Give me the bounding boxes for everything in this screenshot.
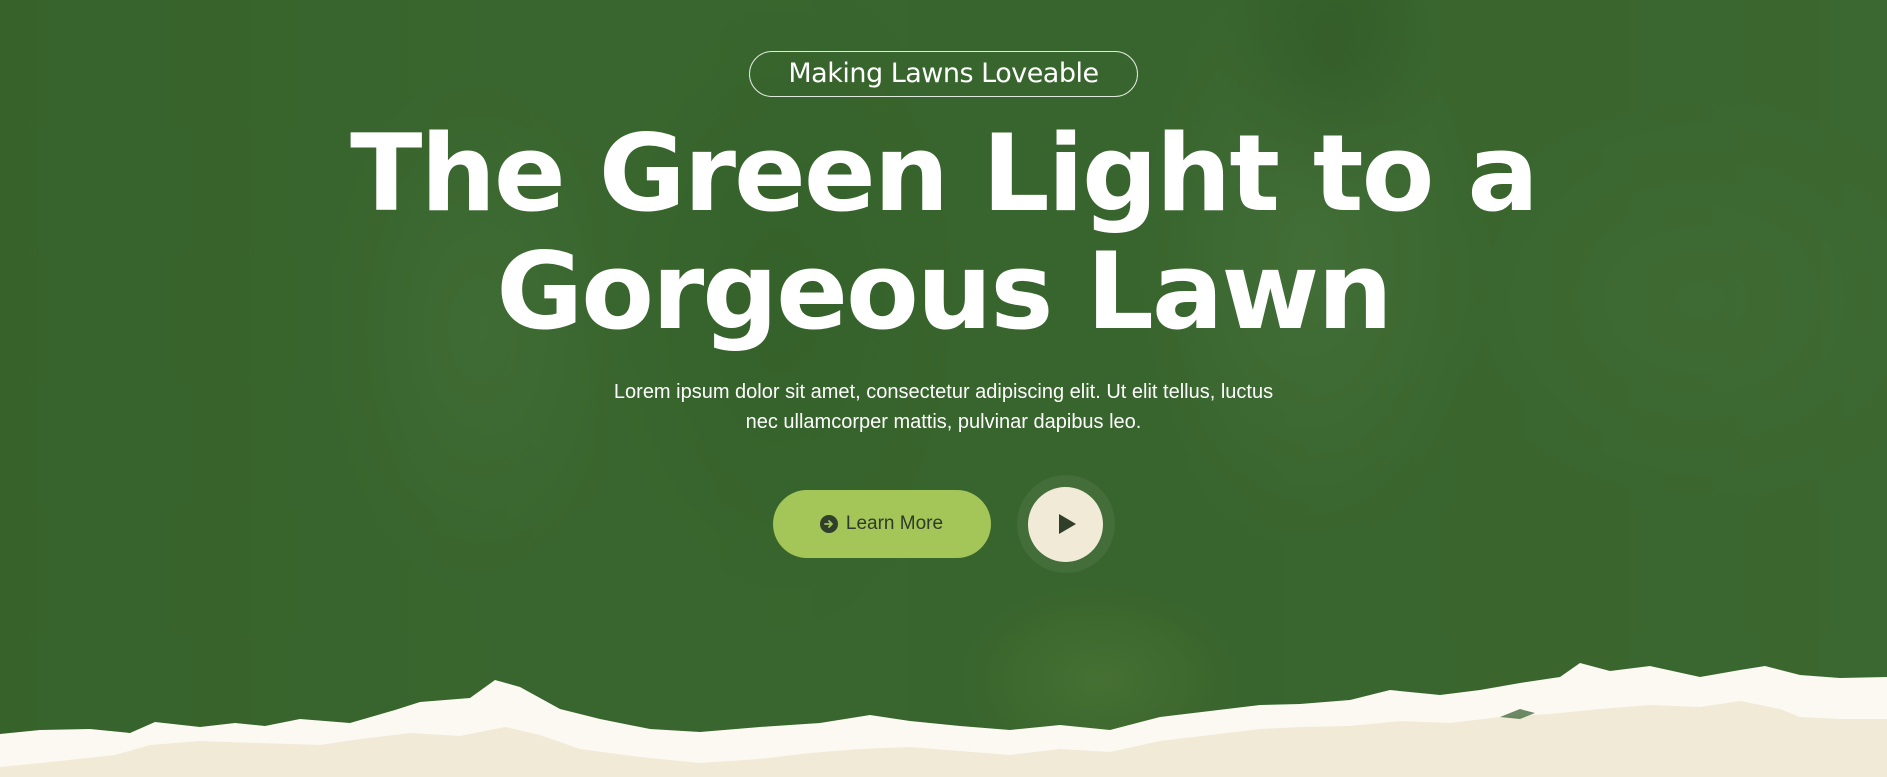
headline-line-1: The Green Light to a (350, 112, 1539, 235)
tagline-pill: Making Lawns Loveable (749, 51, 1138, 97)
headline-line-2: Gorgeous Lawn (496, 230, 1393, 353)
torn-paper-divider (0, 663, 1887, 777)
play-video-button[interactable] (1028, 486, 1103, 562)
arrow-circle-right-icon (819, 515, 838, 533)
description-line-2: nec ullamcorper mattis, pulvinar dapibus… (745, 411, 1142, 433)
hero-headline: The Green Light to a Gorgeous Lawn (294, 115, 1594, 351)
hero-section: Making Lawns Loveable The Green Light to… (0, 0, 1887, 777)
learn-more-button[interactable]: Learn More (772, 490, 991, 558)
play-button-halo (1016, 475, 1115, 573)
learn-more-label: Learn More (845, 513, 944, 534)
description-line-1: Lorem ipsum dolor sit amet, consectetur … (613, 381, 1274, 403)
play-icon (1058, 514, 1076, 534)
hero-content: Making Lawns Loveable The Green Light to… (0, 0, 1887, 573)
hero-description: Lorem ipsum dolor sit amet, consectetur … (594, 377, 1294, 437)
hero-actions: Learn More (772, 475, 1115, 573)
